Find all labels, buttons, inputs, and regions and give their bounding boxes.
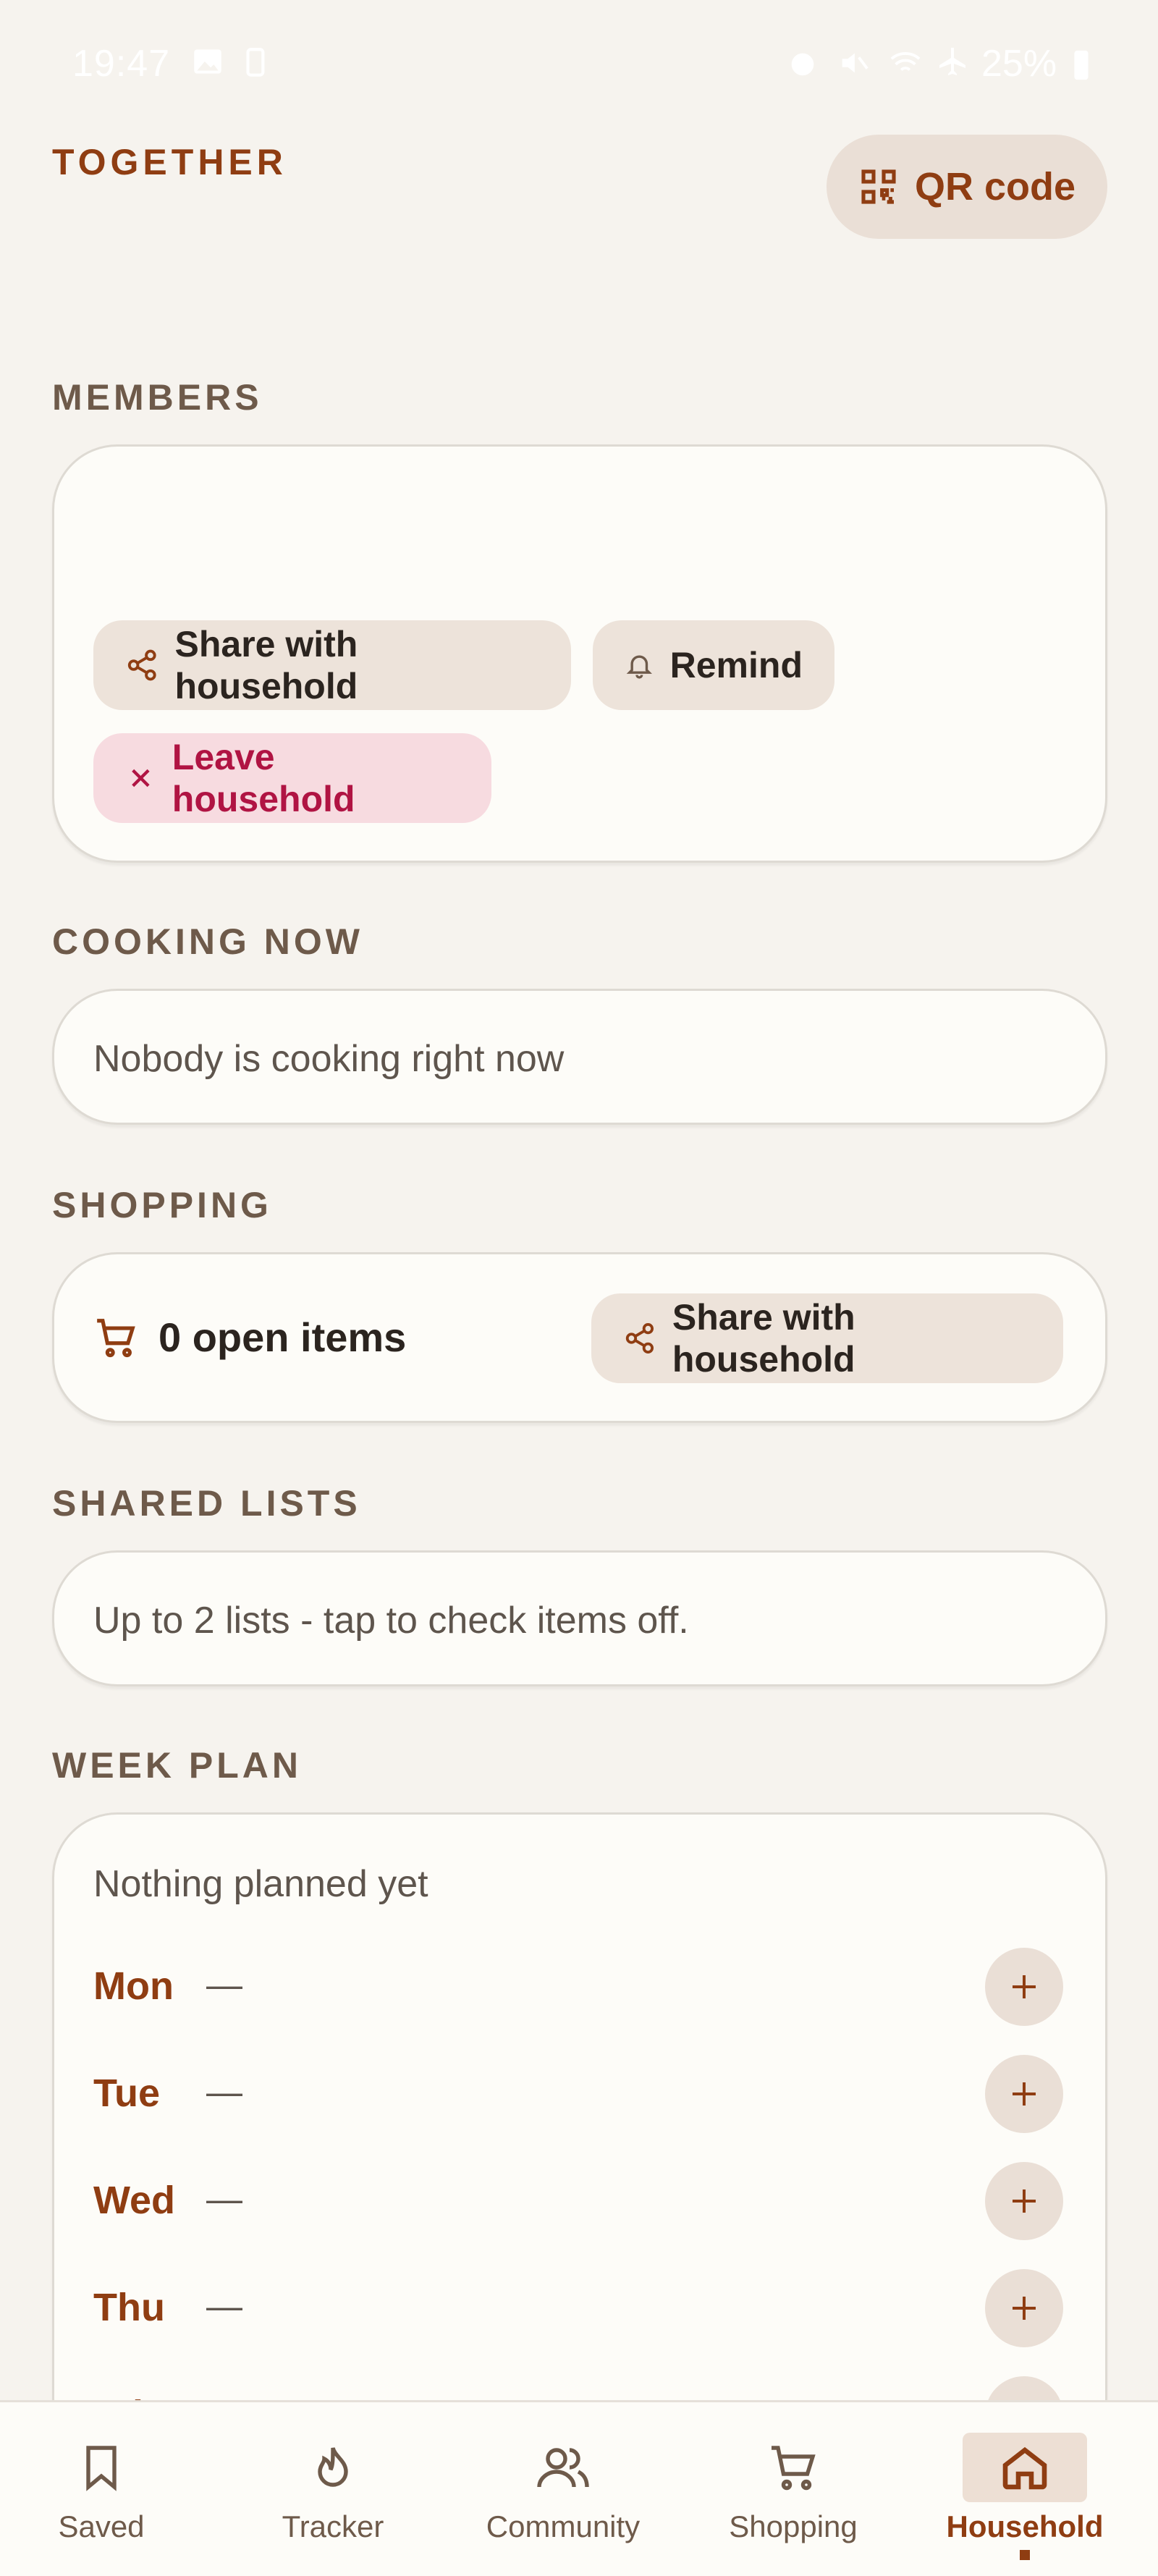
remind-button[interactable]: Remind [593, 620, 834, 710]
people-icon [537, 2448, 589, 2488]
nav-label-household: Household [946, 2509, 1104, 2543]
qr-code-icon [861, 169, 896, 204]
add-meal-button-mon[interactable] [985, 1948, 1063, 2026]
battery-percent: 25% [981, 43, 1057, 85]
home-icon [1002, 2446, 1047, 2490]
nav-item-saved[interactable]: Saved [0, 2402, 210, 2576]
qr-code-label: QR code [914, 165, 1076, 208]
add-meal-button-tue[interactable] [985, 2055, 1063, 2133]
bottom-navigation: Saved Tracker Community Shopping Househo… [0, 2400, 1158, 2576]
shopping-section-label: SHOPPING [52, 1185, 272, 1225]
cart-icon [772, 2446, 816, 2491]
screen-rotate-icon [239, 45, 275, 89]
share-household-button[interactable]: Share with household [93, 620, 571, 710]
shopping-card[interactable]: 0 open items Share with household [52, 1252, 1107, 1423]
close-icon [132, 769, 150, 787]
share-icon [127, 649, 156, 681]
open-items-count: 0 open items [159, 1314, 407, 1360]
page-title: TOGETHER [52, 142, 287, 182]
nav-label-saved: Saved [58, 2509, 145, 2543]
cart-icon [97, 1319, 135, 1358]
members-card: Share with household Remind Leave househ… [52, 444, 1107, 863]
week-plan-card: Nothing planned yet Mon — Tue — Wed — Th… [52, 1812, 1107, 2464]
plus-icon [1013, 2189, 1036, 2213]
qr-code-button[interactable]: QR code [827, 135, 1107, 239]
day-label-wed: Wed [93, 2179, 176, 2222]
leave-household-label: Leave household [172, 737, 355, 819]
bell-icon [626, 655, 652, 679]
share-icon [625, 1322, 654, 1354]
day-value-thu: — [206, 2286, 242, 2326]
add-meal-button-wed[interactable] [985, 2162, 1063, 2240]
day-value-mon: — [206, 1964, 242, 2005]
wifi-off-icon [887, 46, 924, 88]
nav-label-shopping: Shopping [729, 2509, 858, 2543]
week-plan-section-label: WEEK PLAN [52, 1745, 302, 1786]
plus-icon [1013, 2297, 1036, 2320]
day-label-mon: Mon [93, 1964, 174, 2008]
cooking-now-card: Nobody is cooking right now [52, 989, 1107, 1125]
battery-icon [1071, 48, 1091, 89]
shopping-share-label: Share with household [672, 1297, 855, 1380]
members-section-label: MEMBERS [52, 377, 263, 418]
bookmark-icon [86, 2446, 117, 2491]
day-value-wed: — [206, 2179, 242, 2219]
nav-item-shopping[interactable]: Shopping [685, 2402, 902, 2576]
plus-icon [1013, 1975, 1036, 1998]
airplane-icon [935, 45, 970, 88]
shared-lists-card[interactable]: Up to 2 lists - tap to check items off. [52, 1550, 1107, 1686]
share-household-label: Share with household [174, 624, 358, 706]
shared-lists-text: Up to 2 lists - tap to check items off. [93, 1600, 689, 1642]
status-time: 19:47 [72, 43, 171, 85]
day-label-thu: Thu [93, 2286, 165, 2329]
mute-icon [837, 46, 870, 88]
active-indicator [1020, 2550, 1030, 2560]
nav-item-household[interactable]: Household [916, 2402, 1133, 2576]
image-notification-icon [190, 43, 226, 88]
shared-lists-section-label: SHARED LISTS [52, 1483, 361, 1524]
nav-label-tracker: Tracker [282, 2509, 384, 2543]
shopping-share-button[interactable]: Share with household [591, 1293, 1063, 1383]
nav-item-tracker[interactable]: Tracker [224, 2402, 441, 2576]
add-meal-button-thu[interactable] [985, 2269, 1063, 2347]
plus-icon [1013, 2082, 1036, 2106]
nav-item-community[interactable]: Community [455, 2402, 672, 2576]
day-value-tue: — [206, 2072, 242, 2112]
day-label-tue: Tue [93, 2072, 160, 2115]
cooking-now-section-label: COOKING NOW [52, 921, 363, 962]
alarm-icon [786, 46, 819, 88]
cooking-now-text: Nobody is cooking right now [93, 1038, 565, 1080]
week-plan-empty-text: Nothing planned yet [93, 1863, 428, 1905]
leave-household-button[interactable]: Leave household [93, 733, 491, 823]
flame-icon [318, 2447, 348, 2487]
remind-label: Remind [669, 645, 803, 685]
nav-label-community: Community [486, 2509, 641, 2543]
